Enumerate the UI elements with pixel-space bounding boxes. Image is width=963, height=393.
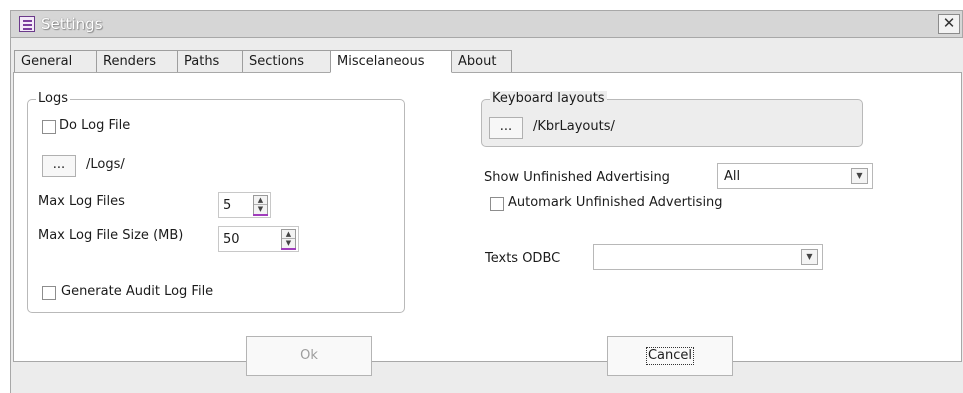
spin-down-icon[interactable]: ▼ xyxy=(282,239,295,248)
miscelaneous-panel: Logs Do Log File ... /Logs/ Max Log File… xyxy=(13,72,962,362)
automark-label: Automark Unfinished Advertising xyxy=(508,195,723,210)
spinner-focus-underline xyxy=(253,214,268,216)
settings-list-icon xyxy=(19,16,35,32)
spinner-focus-underline xyxy=(281,248,296,250)
max-log-files-value: 5 xyxy=(223,198,232,213)
max-log-files-spinner[interactable]: 5 ▲ ▼ xyxy=(218,192,271,218)
tab-renders[interactable]: Renders xyxy=(96,50,178,73)
tab-miscelaneous[interactable]: Miscelaneous xyxy=(330,50,452,73)
logs-path: /Logs/ xyxy=(86,157,125,172)
chevron-down-icon[interactable]: ▼ xyxy=(801,249,818,265)
tab-sections[interactable]: Sections xyxy=(242,50,331,73)
cancel-button[interactable]: Cancel xyxy=(607,336,733,376)
show-unfinished-label: Show Unfinished Advertising xyxy=(484,170,670,185)
tab-paths[interactable]: Paths xyxy=(177,50,243,73)
tab-general[interactable]: General xyxy=(14,50,97,73)
max-log-size-value: 50 xyxy=(223,232,240,247)
keyboard-layouts-label: Keyboard layouts xyxy=(490,91,607,106)
show-unfinished-value: All xyxy=(724,169,741,184)
window-title: Settings xyxy=(41,15,103,33)
logs-browse-button[interactable]: ... xyxy=(42,155,76,177)
spin-up-icon[interactable]: ▲ xyxy=(254,196,267,205)
spin-arrows-icon[interactable]: ▲ ▼ xyxy=(281,229,296,249)
show-unfinished-select[interactable]: All ▼ xyxy=(717,163,873,189)
texts-odbc-select[interactable]: ▼ xyxy=(593,244,823,270)
dialog-body: General Renders Paths Sections Miscelane… xyxy=(10,38,963,393)
keyboard-layouts-group: Keyboard layouts ... /KbrLayouts/ xyxy=(481,91,863,147)
audit-log-checkbox[interactable] xyxy=(42,286,56,300)
logs-group-label: Logs xyxy=(36,91,70,106)
max-log-size-label: Max Log File Size (MB) xyxy=(38,228,184,243)
automark-checkbox[interactable] xyxy=(490,197,504,211)
do-log-file-checkbox[interactable] xyxy=(42,120,56,134)
spin-arrows-icon[interactable]: ▲ ▼ xyxy=(253,195,268,215)
spin-down-icon[interactable]: ▼ xyxy=(254,205,267,214)
max-log-size-spinner[interactable]: 50 ▲ ▼ xyxy=(218,226,299,252)
spin-up-icon[interactable]: ▲ xyxy=(282,230,295,239)
logs-group: Logs Do Log File ... /Logs/ Max Log File… xyxy=(27,91,405,313)
settings-window: Settings ✕ General Renders Paths Section… xyxy=(0,0,963,393)
do-log-file-label: Do Log File xyxy=(59,118,131,133)
audit-log-label: Generate Audit Log File xyxy=(61,284,214,299)
keyboard-browse-button[interactable]: ... xyxy=(489,117,523,139)
texts-odbc-label: Texts ODBC xyxy=(485,251,561,266)
close-button[interactable]: ✕ xyxy=(938,14,960,34)
cancel-button-label: Cancel xyxy=(645,347,695,365)
chevron-down-icon[interactable]: ▼ xyxy=(851,168,868,184)
keyboard-path: /KbrLayouts/ xyxy=(533,119,615,134)
ok-button[interactable]: Ok xyxy=(246,336,372,376)
tab-about[interactable]: About xyxy=(451,50,512,73)
max-log-files-label: Max Log Files xyxy=(38,194,125,209)
title-bar: Settings ✕ xyxy=(10,10,963,38)
